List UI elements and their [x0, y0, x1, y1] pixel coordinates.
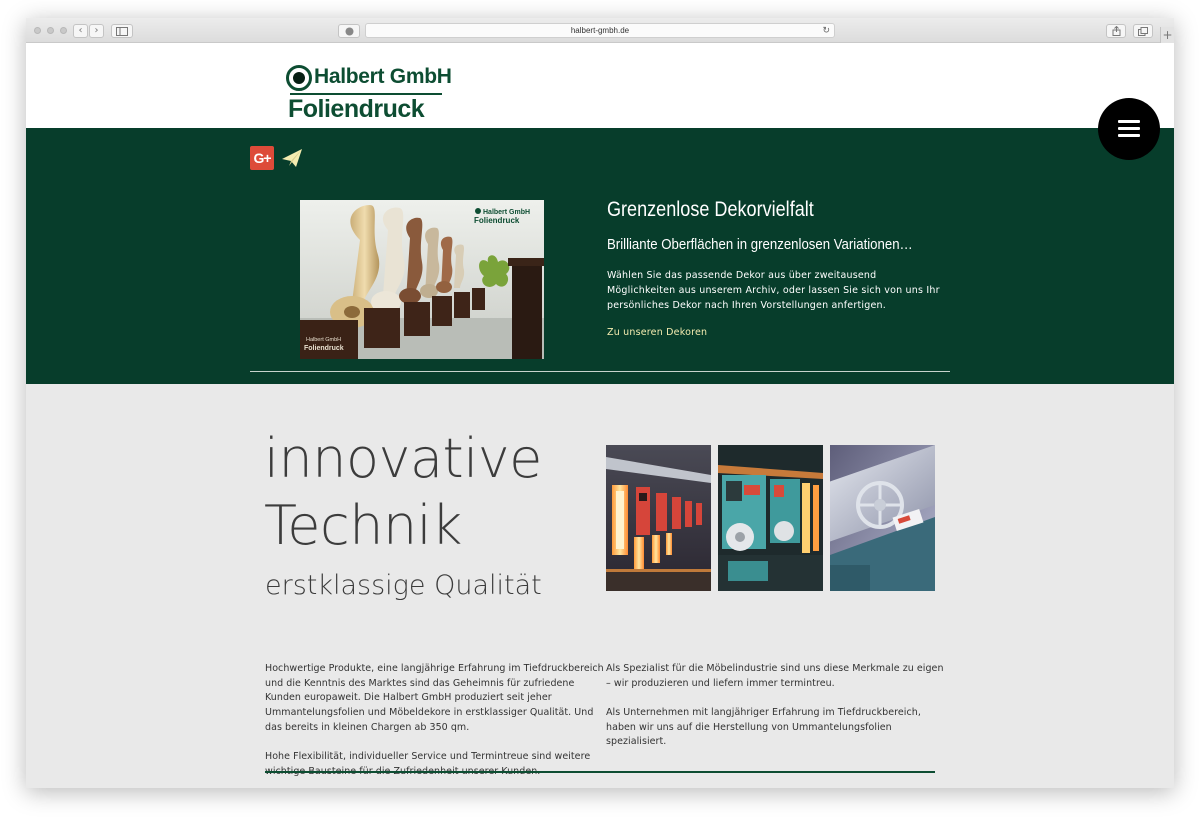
specialist-paragraph-2: Als Unternehmen mit langjähriger Erfahru…	[606, 707, 921, 748]
headline-technik: Technik	[264, 494, 462, 557]
photo-stand-label-top: Halbert GmbH	[306, 337, 341, 343]
tabs-overview-button[interactable]	[1133, 24, 1153, 38]
hero-description: Wählen Sie das passende Dekor aus über z…	[607, 270, 940, 311]
photo-logo-bottom: Foliendruck	[474, 216, 520, 225]
zoom-window-button[interactable]	[60, 27, 67, 34]
intro-paragraph-2: Hohe Flexibilität, individueller Service…	[265, 751, 591, 777]
menu-button[interactable]	[1098, 98, 1160, 160]
gplus-icon[interactable]: G+	[250, 146, 274, 170]
photo-logo-top: Halbert GmbH	[483, 209, 530, 216]
back-icon: ‹	[78, 25, 83, 36]
new-tab-button[interactable]: +	[1160, 27, 1174, 43]
headline-tagline: erstklassige Qualität	[265, 570, 542, 601]
reload-icon[interactable]: ↻	[822, 24, 830, 37]
share-icon	[1112, 25, 1120, 36]
share-button[interactable]	[1106, 24, 1126, 38]
close-window-button[interactable]	[34, 27, 41, 34]
shield-icon	[345, 27, 353, 36]
address-bar[interactable]: halbert-gmbh.de ↻	[365, 23, 835, 38]
browser-toolbar: ‹ › halbert-gmbh.de ↻ +	[26, 18, 1174, 43]
hero-section: G+ Halbert GmbH Foliendruck Halbert GmbH…	[26, 128, 1174, 384]
photo-stand-label-bottom: Foliendruck	[304, 345, 344, 352]
logo-circle-icon	[286, 65, 312, 91]
section-divider	[265, 771, 935, 773]
logo-company-name: Halbert GmbH	[314, 65, 452, 88]
url-text: halbert-gmbh.de	[570, 26, 630, 35]
back-button[interactable]: ‹	[73, 24, 88, 38]
specialist-paragraph-1: Als Spezialist für die Möbelindustrie si…	[606, 663, 944, 689]
hero-subtitle: Brilliante Oberflächen in grenzenlosen V…	[607, 236, 913, 253]
forward-button[interactable]: ›	[89, 24, 104, 38]
site-logo[interactable]: Halbert GmbH Foliendruck	[286, 63, 452, 123]
intro-paragraph-1: Hochwertige Produkte, eine langjährige E…	[265, 663, 604, 733]
headline-innovative: innovative	[264, 427, 542, 490]
send-icon[interactable]	[282, 149, 302, 167]
hamburger-icon	[1118, 120, 1140, 123]
sidebar-button[interactable]	[111, 24, 133, 38]
decor-link[interactable]: Zu unseren Dekoren	[607, 327, 707, 338]
tabs-icon	[1138, 27, 1148, 36]
hero-title: Grenzenlose Dekorvielfalt	[607, 198, 814, 221]
forward-icon: ›	[94, 25, 99, 36]
machine-photo-3	[830, 445, 935, 591]
site-header: Halbert GmbH Foliendruck	[26, 43, 1174, 128]
hero-decor-photo: Halbert GmbH Foliendruck Halbert GmbH Fo…	[300, 200, 544, 359]
browser-window: ‹ › halbert-gmbh.de ↻ + Halbert GmbH Fol…	[26, 18, 1174, 788]
machine-photo-1	[606, 445, 711, 591]
machine-photo-2	[718, 445, 823, 591]
hero-divider	[250, 371, 950, 372]
sidebar-icon	[116, 27, 128, 36]
technology-section: innovative Technik erstklassige Qualität	[26, 384, 1174, 788]
logo-tagline: Foliendruck	[288, 95, 425, 123]
minimize-window-button[interactable]	[47, 27, 54, 34]
privacy-button[interactable]	[338, 24, 360, 38]
plus-icon: +	[1162, 28, 1173, 42]
